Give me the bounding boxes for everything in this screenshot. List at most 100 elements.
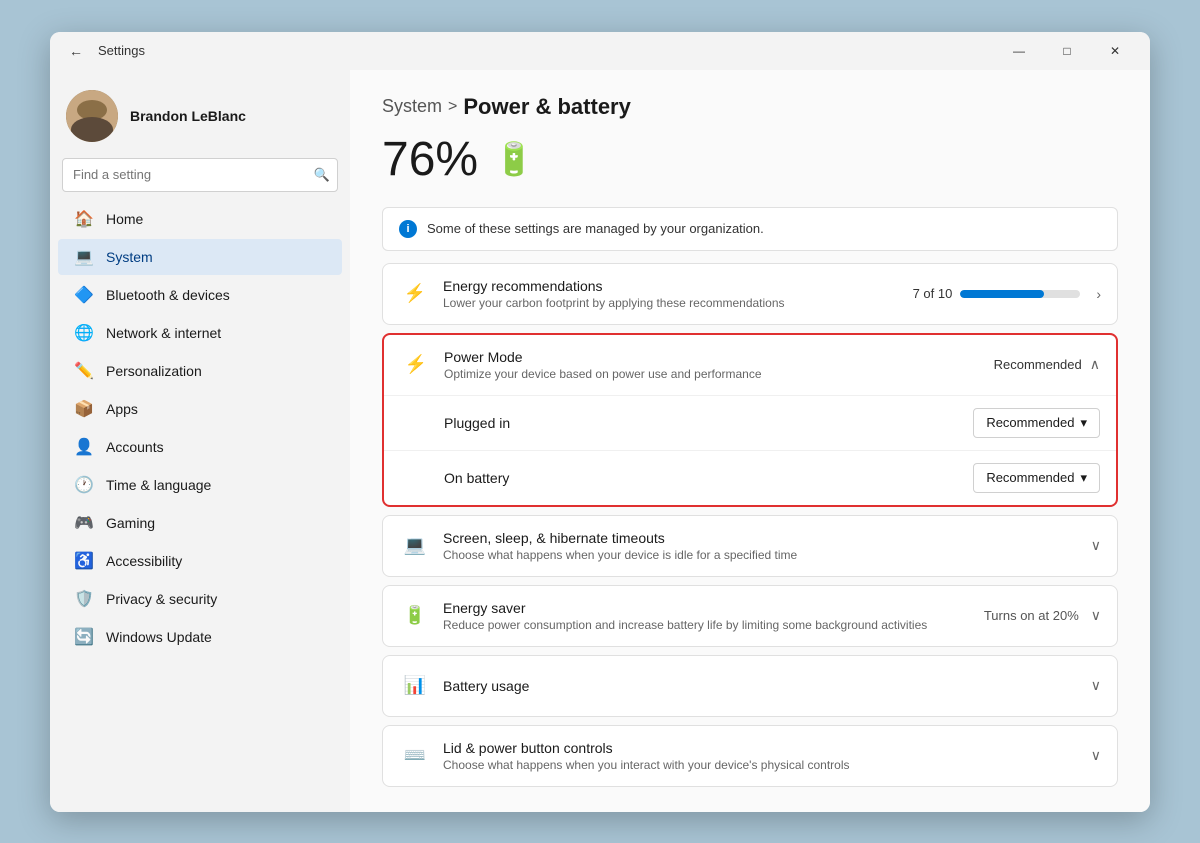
maximize-button[interactable]: □	[1044, 35, 1090, 67]
nav-accessibility-label: Accessibility	[106, 553, 182, 569]
nav-personalization[interactable]: ✏️ Personalization	[58, 353, 342, 389]
info-icon: i	[399, 220, 417, 238]
nav-system[interactable]: 💻 System	[58, 239, 342, 275]
nav-bluetooth-label: Bluetooth & devices	[106, 287, 230, 303]
power-mode-section: ⚡ Power Mode Optimize your device based …	[382, 333, 1118, 507]
search-box: 🔍	[62, 158, 338, 192]
time-icon: 🕐	[74, 475, 94, 495]
on-battery-value: Recommended	[986, 470, 1074, 485]
user-name: Brandon LeBlanc	[130, 108, 246, 124]
update-icon: 🔄	[74, 627, 94, 647]
close-button[interactable]: ✕	[1092, 35, 1138, 67]
nav-gaming[interactable]: 🎮 Gaming	[58, 505, 342, 541]
plugged-in-chevron: ▾	[1080, 415, 1087, 431]
on-battery-label: On battery	[444, 470, 973, 486]
progress-label: 7 of 10	[913, 286, 953, 301]
screen-sleep-title: Screen, sleep, & hibernate timeouts	[443, 530, 1091, 546]
nav-update[interactable]: 🔄 Windows Update	[58, 619, 342, 655]
energy-saver-title: Energy saver	[443, 600, 984, 616]
nav-bluetooth[interactable]: 🔷 Bluetooth & devices	[58, 277, 342, 313]
energy-saver-value: Turns on at 20%	[984, 608, 1079, 623]
energy-saver-row[interactable]: 🔋 Energy saver Reduce power consumption …	[383, 586, 1117, 646]
screen-sleep-row[interactable]: 💻 Screen, sleep, & hibernate timeouts Ch…	[383, 516, 1117, 576]
nav-apps-label: Apps	[106, 401, 138, 417]
progress-fill	[960, 290, 1044, 298]
battery-icon: 🔋	[494, 140, 534, 178]
info-banner: i Some of these settings are managed by …	[382, 207, 1118, 251]
on-battery-row[interactable]: On battery Recommended ▾	[384, 451, 1116, 505]
nav-home-label: Home	[106, 211, 143, 227]
nav-accounts[interactable]: 👤 Accounts	[58, 429, 342, 465]
on-battery-dropdown[interactable]: Recommended ▾	[973, 463, 1100, 493]
nav-apps[interactable]: 📦 Apps	[58, 391, 342, 427]
lid-controls-chevron: ∨	[1091, 747, 1101, 764]
screen-sleep-desc: Choose what happens when your device is …	[443, 548, 1091, 562]
avatar	[66, 90, 118, 142]
nav-network[interactable]: 🌐 Network & internet	[58, 315, 342, 351]
avatar-image	[66, 90, 118, 142]
nav-privacy[interactable]: 🛡️ Privacy & security	[58, 581, 342, 617]
bluetooth-icon: 🔷	[74, 285, 94, 305]
settings-window: ← Settings — □ ✕ Brandon LeBlanc 🔍	[50, 32, 1150, 812]
titlebar-left: ← Settings	[62, 37, 145, 65]
back-button[interactable]: ←	[62, 37, 90, 65]
breadcrumb: System > Power & battery	[382, 94, 1118, 120]
lid-controls-title: Lid & power button controls	[443, 740, 1091, 756]
nav-time[interactable]: 🕐 Time & language	[58, 467, 342, 503]
energy-saver-right: Turns on at 20% ∨	[984, 607, 1101, 624]
nav-home[interactable]: 🏠 Home	[58, 201, 342, 237]
user-profile: Brandon LeBlanc	[50, 78, 350, 158]
power-mode-right: Recommended ∧	[994, 356, 1100, 373]
battery-usage-text: Battery usage	[443, 678, 1091, 694]
nav-network-label: Network & internet	[106, 325, 221, 341]
nav-update-label: Windows Update	[106, 629, 212, 645]
power-mode-value: Recommended	[994, 357, 1082, 372]
search-input[interactable]	[62, 158, 338, 192]
minimize-button[interactable]: —	[996, 35, 1042, 67]
energy-saver-desc: Reduce power consumption and increase ba…	[443, 618, 984, 632]
energy-saver-icon: 🔋	[399, 600, 431, 632]
progress-bar-wrap: 7 of 10	[913, 286, 1081, 301]
nav-gaming-label: Gaming	[106, 515, 155, 531]
battery-usage-chevron: ∨	[1091, 677, 1101, 694]
lid-controls-row[interactable]: ⌨️ Lid & power button controls Choose wh…	[383, 726, 1117, 786]
power-mode-row[interactable]: ⚡ Power Mode Optimize your device based …	[384, 335, 1116, 396]
screen-sleep-section: 💻 Screen, sleep, & hibernate timeouts Ch…	[382, 515, 1118, 577]
energy-recommendations-section: ⚡ Energy recommendations Lower your carb…	[382, 263, 1118, 325]
titlebar-controls: — □ ✕	[996, 35, 1138, 67]
accessibility-icon: ♿	[74, 551, 94, 571]
gaming-icon: 🎮	[74, 513, 94, 533]
apps-icon: 📦	[74, 399, 94, 419]
content-area: System > Power & battery 76% 🔋 i Some of…	[350, 70, 1150, 812]
plugged-in-dropdown[interactable]: Recommended ▾	[973, 408, 1100, 438]
lid-controls-desc: Choose what happens when you interact wi…	[443, 758, 1091, 772]
lid-controls-text: Lid & power button controls Choose what …	[443, 740, 1091, 772]
nav-personalization-label: Personalization	[106, 363, 202, 379]
plugged-in-value: Recommended	[986, 415, 1074, 430]
search-icon: 🔍	[314, 167, 330, 183]
battery-usage-right: ∨	[1091, 677, 1101, 694]
plugged-in-row[interactable]: Plugged in Recommended ▾	[384, 396, 1116, 451]
energy-rec-chevron: ›	[1096, 286, 1101, 302]
power-mode-text: Power Mode Optimize your device based on…	[444, 349, 994, 381]
battery-usage-row[interactable]: 📊 Battery usage ∨	[383, 656, 1117, 716]
home-icon: 🏠	[74, 209, 94, 229]
system-icon: 💻	[74, 247, 94, 267]
energy-recommendations-row[interactable]: ⚡ Energy recommendations Lower your carb…	[383, 264, 1117, 324]
energy-rec-right: 7 of 10 ›	[913, 286, 1101, 302]
battery-usage-icon: 📊	[399, 670, 431, 702]
progress-bar	[960, 290, 1080, 298]
privacy-icon: 🛡️	[74, 589, 94, 609]
energy-saver-chevron: ∨	[1091, 607, 1101, 624]
screen-sleep-chevron: ∨	[1091, 537, 1101, 554]
screen-sleep-right: ∨	[1091, 537, 1101, 554]
sidebar: Brandon LeBlanc 🔍 🏠 Home 💻 System 🔷 Blue…	[50, 70, 350, 812]
nav-system-label: System	[106, 249, 153, 265]
nav-time-label: Time & language	[106, 477, 211, 493]
breadcrumb-separator: >	[448, 98, 457, 116]
main-layout: Brandon LeBlanc 🔍 🏠 Home 💻 System 🔷 Blue…	[50, 70, 1150, 812]
power-mode-chevron: ∧	[1090, 356, 1100, 373]
energy-rec-text: Energy recommendations Lower your carbon…	[443, 278, 913, 310]
nav-accessibility[interactable]: ♿ Accessibility	[58, 543, 342, 579]
lid-controls-section: ⌨️ Lid & power button controls Choose wh…	[382, 725, 1118, 787]
